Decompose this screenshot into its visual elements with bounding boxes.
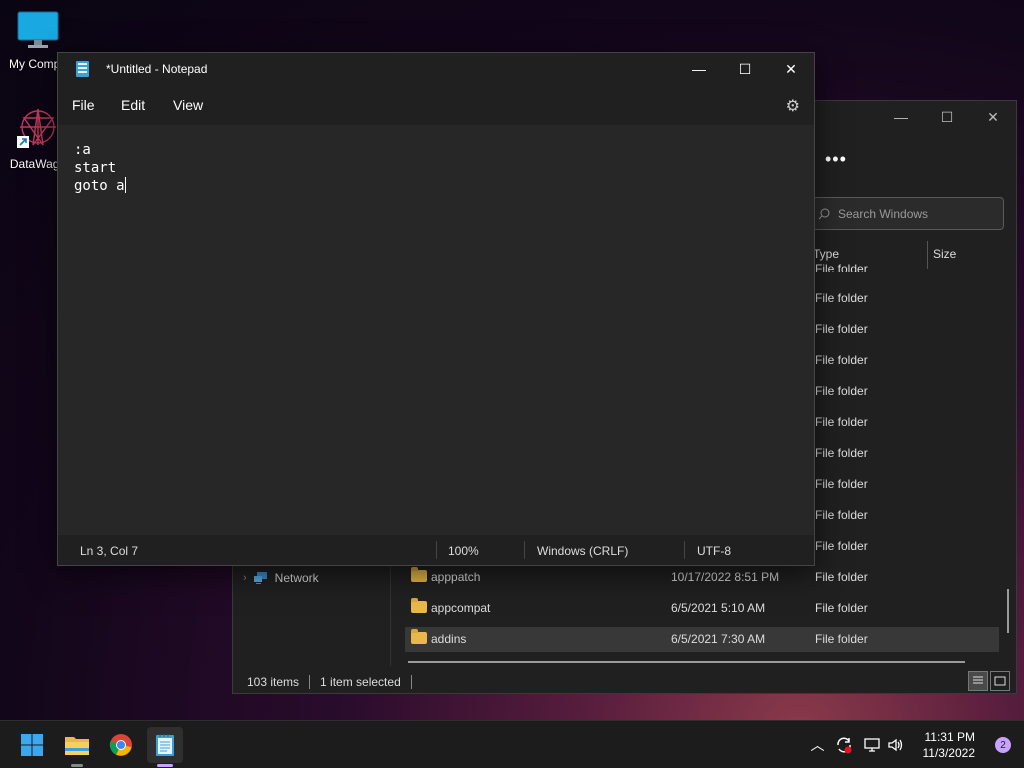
- taskbar-notepad[interactable]: [147, 727, 183, 767]
- large-icons-view-icon[interactable]: [990, 671, 1010, 691]
- network-status-icon[interactable]: [863, 737, 881, 753]
- divider: [436, 541, 437, 559]
- notepad-window-controls: — ☐ ✕: [676, 53, 814, 85]
- item-count: 103 items: [247, 675, 300, 689]
- taskbar-chrome[interactable]: [103, 727, 139, 763]
- notepad-window: *Untitled - Notepad — ☐ ✕ File Edit View…: [57, 52, 815, 566]
- folder-icon: [411, 567, 427, 582]
- type-cell: File folder: [815, 384, 868, 398]
- line-ending: Windows (CRLF): [537, 544, 629, 558]
- type-cell: File folder: [815, 632, 868, 646]
- network-icon: [253, 572, 267, 584]
- maximize-icon[interactable]: ☐: [924, 101, 970, 133]
- type-cell: File folder: [815, 570, 868, 584]
- clock-time: 11:31 PM: [924, 730, 975, 744]
- name-cell: apppatch: [431, 570, 481, 584]
- monitor-icon: [17, 11, 59, 48]
- zoom-level: 100%: [448, 544, 479, 558]
- running-indicator: [71, 764, 83, 767]
- text-caret: [124, 177, 126, 193]
- partial-row-type: File folder: [815, 262, 868, 272]
- notepad-title-bar[interactable]: *Untitled - Notepad — ☐ ✕: [58, 53, 814, 85]
- encoding: UTF-8: [697, 544, 731, 558]
- nav-pane-divider[interactable]: [390, 561, 391, 666]
- windows-start-icon: [21, 734, 43, 756]
- sync-alert-icon[interactable]: [835, 736, 853, 754]
- search-icon: [818, 208, 830, 219]
- close-icon[interactable]: ✕: [970, 101, 1016, 133]
- divider: [410, 675, 412, 689]
- explorer-window-controls: — ☐ ✕: [878, 101, 1016, 133]
- type-cell: File folder: [815, 539, 868, 553]
- explorer-status-bar: 103 items 1 item selected: [247, 675, 412, 689]
- system-tray: ︿ 11:31 PM 11/3/2022 2: [811, 721, 1024, 768]
- window-title: *Untitled - Notepad: [106, 62, 208, 76]
- column-headers: Type Size: [813, 241, 956, 269]
- taskbar-clock[interactable]: 11:31 PM 11/3/2022: [923, 729, 976, 761]
- column-divider[interactable]: [927, 241, 928, 269]
- folder-icon: [411, 598, 427, 613]
- menu-bar: File Edit View ⚙: [58, 85, 814, 125]
- selection-count: 1 item selected: [320, 675, 401, 689]
- vertical-scrollbar[interactable]: [1007, 589, 1009, 633]
- active-indicator: [157, 764, 173, 767]
- chevron-up-icon[interactable]: ︿: [811, 735, 825, 755]
- type-cell: File folder: [815, 353, 868, 367]
- column-type[interactable]: Type: [813, 247, 839, 261]
- name-cell: appcompat: [431, 601, 491, 615]
- list-item-addins[interactable]: addins 6/5/2021 7:30 AM File folder: [405, 627, 999, 652]
- divider: [524, 541, 525, 559]
- close-icon[interactable]: ✕: [768, 53, 814, 85]
- type-cell: File folder: [815, 415, 868, 429]
- type-cell: File folder: [815, 446, 868, 460]
- notepad-status-bar: Ln 3, Col 7 100% Windows (CRLF) UTF-8: [58, 535, 814, 565]
- folder-icon: [411, 629, 427, 644]
- volume-icon[interactable]: [887, 737, 905, 753]
- list-item-appcompat[interactable]: appcompat 6/5/2021 5:10 AM File folder: [405, 596, 999, 621]
- horizontal-scrollbar[interactable]: [408, 661, 965, 663]
- settings-gear-icon[interactable]: ⚙: [786, 96, 800, 116]
- cursor-position: Ln 3, Col 7: [80, 544, 139, 558]
- clock-date: 11/3/2022: [922, 746, 976, 760]
- notepad-icon: [76, 61, 89, 77]
- date-cell: 6/5/2021 5:10 AM: [671, 601, 766, 615]
- chevron-right-icon[interactable]: ›: [243, 572, 247, 584]
- start-button[interactable]: [14, 727, 50, 763]
- nav-item-label: Network: [274, 571, 319, 585]
- more-options-button[interactable]: •••: [825, 149, 847, 170]
- search-input[interactable]: Search Windows: [809, 197, 1004, 230]
- chrome-icon: [109, 734, 132, 756]
- search-placeholder: Search Windows: [838, 206, 929, 221]
- editor-content[interactable]: :a start goto a: [74, 141, 126, 195]
- type-cell: File folder: [815, 601, 868, 615]
- type-cell: File folder: [815, 508, 868, 522]
- text-editor[interactable]: :a start goto a: [58, 125, 814, 537]
- taskbar: ︿ 11:31 PM 11/3/2022 2: [0, 720, 1024, 768]
- editor-text: :a start goto a: [74, 142, 125, 194]
- divider: [309, 675, 311, 689]
- notepad-icon: [156, 734, 174, 756]
- taskbar-file-explorer[interactable]: [59, 727, 95, 767]
- column-size[interactable]: Size: [933, 247, 956, 261]
- nav-item-network[interactable]: › Network: [243, 571, 319, 585]
- datawagon-icon: [17, 108, 56, 148]
- type-cell: File folder: [815, 291, 868, 305]
- maximize-icon[interactable]: ☐: [722, 53, 768, 85]
- minimize-icon[interactable]: —: [878, 101, 924, 133]
- view-toggle: [968, 671, 1010, 691]
- file-explorer-icon: [65, 737, 89, 755]
- menu-view[interactable]: View: [173, 97, 203, 113]
- notification-badge[interactable]: 2: [995, 737, 1011, 753]
- type-cell: File folder: [815, 322, 868, 336]
- list-item-apppatch[interactable]: apppatch 10/17/2022 8:51 PM File folder: [405, 565, 999, 590]
- name-cell: addins: [431, 632, 467, 646]
- details-view-icon[interactable]: [968, 671, 988, 691]
- divider: [684, 541, 685, 559]
- date-cell: 6/5/2021 7:30 AM: [671, 632, 766, 646]
- minimize-icon[interactable]: —: [676, 53, 722, 85]
- menu-file[interactable]: File: [72, 97, 95, 113]
- menu-edit[interactable]: Edit: [121, 97, 145, 113]
- type-cell: File folder: [815, 477, 868, 491]
- date-cell: 10/17/2022 8:51 PM: [671, 570, 780, 584]
